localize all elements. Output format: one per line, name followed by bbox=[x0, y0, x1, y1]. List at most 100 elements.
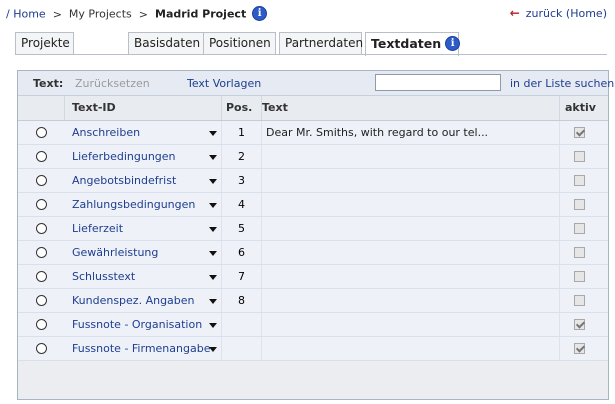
breadcrumb-separator: > bbox=[138, 7, 148, 21]
reset-button[interactable]: Zurücksetzen bbox=[75, 77, 150, 90]
text-field[interactable] bbox=[262, 193, 559, 216]
dropdown-arrow-icon[interactable] bbox=[209, 275, 217, 280]
text-field[interactable] bbox=[262, 313, 559, 336]
text-templates-link[interactable]: Text Vorlagen bbox=[187, 77, 261, 90]
header-text[interactable]: Text bbox=[262, 96, 560, 120]
text-id-dropdown[interactable]: Lieferbedingungen bbox=[72, 145, 217, 168]
text-id-link[interactable]: Lieferbedingungen bbox=[72, 150, 176, 163]
row-radio-button[interactable] bbox=[36, 295, 47, 306]
row-radio-button[interactable] bbox=[36, 271, 47, 282]
table-row[interactable]: Schlusstext 7 bbox=[18, 265, 608, 289]
text-id-dropdown[interactable]: Fussnote - Organisation bbox=[72, 313, 217, 336]
active-checkbox bbox=[574, 295, 585, 306]
pos-cell: 2 bbox=[222, 145, 262, 168]
text-field[interactable]: Dear Mr. Smiths, with regard to our tel.… bbox=[262, 121, 559, 144]
tab-textdaten[interactable]: Textdaten i bbox=[365, 32, 461, 56]
back-link[interactable]: ← zurück (Home) bbox=[510, 6, 607, 20]
text-field[interactable] bbox=[262, 145, 559, 168]
text-id-cell: Fussnote - Organisation bbox=[65, 313, 222, 336]
search-input[interactable] bbox=[375, 74, 501, 91]
table-row[interactable]: Zahlungsbedingungen 4 bbox=[18, 193, 608, 217]
text-id-link[interactable]: Schlusstext bbox=[72, 270, 135, 283]
table-row[interactable]: Fussnote - Organisation bbox=[18, 313, 608, 337]
text-id-cell: Fussnote - Firmenangabe bbox=[65, 337, 222, 360]
header-active[interactable]: aktiv bbox=[560, 96, 608, 120]
text-field[interactable] bbox=[262, 265, 559, 288]
row-radio-button[interactable] bbox=[36, 343, 47, 354]
active-cell bbox=[560, 289, 608, 312]
active-cell bbox=[560, 313, 608, 336]
text-id-link[interactable]: Anschreiben bbox=[72, 126, 140, 139]
row-select-cell bbox=[18, 145, 65, 168]
help-info-icon[interactable]: i bbox=[252, 6, 268, 21]
row-radio-button[interactable] bbox=[36, 151, 47, 162]
text-cell bbox=[262, 265, 560, 288]
text-id-dropdown[interactable]: Schlusstext bbox=[72, 265, 217, 288]
text-id-link[interactable]: Fussnote - Firmenangabe bbox=[72, 342, 210, 355]
tab-basisdaten[interactable]: Basisdaten bbox=[128, 32, 204, 54]
text-id-dropdown[interactable]: Zahlungsbedingungen bbox=[72, 193, 217, 216]
row-select-cell bbox=[18, 289, 65, 312]
table-row[interactable]: Angebotsbindefrist 3 bbox=[18, 169, 608, 193]
dropdown-arrow-icon[interactable] bbox=[209, 179, 217, 184]
text-id-dropdown[interactable]: Angebotsbindefrist bbox=[72, 169, 217, 192]
header-text-id[interactable]: Text-ID bbox=[65, 96, 222, 120]
row-radio-button[interactable] bbox=[36, 223, 47, 234]
text-field[interactable] bbox=[262, 337, 559, 360]
text-id-dropdown[interactable]: Fussnote - Firmenangabe bbox=[72, 337, 217, 360]
text-id-link[interactable]: Kundenspez. Angaben bbox=[72, 294, 195, 307]
table-body: Anschreiben 1 Dear Mr. Smiths, with regard… bbox=[18, 121, 608, 361]
text-id-dropdown[interactable]: Kundenspez. Angaben bbox=[72, 289, 217, 312]
text-id-link[interactable]: Angebotsbindefrist bbox=[72, 174, 176, 187]
text-id-dropdown[interactable]: Lieferzeit bbox=[72, 217, 217, 240]
text-id-link[interactable]: Fussnote - Organisation bbox=[72, 318, 202, 331]
pos-cell: 4 bbox=[222, 193, 262, 216]
table-row[interactable]: Anschreiben 1 Dear Mr. Smiths, with regard… bbox=[18, 121, 608, 145]
dropdown-arrow-icon[interactable] bbox=[209, 299, 217, 304]
row-radio-button[interactable] bbox=[36, 247, 47, 258]
text-cell bbox=[262, 289, 560, 312]
text-id-dropdown[interactable]: Anschreiben bbox=[72, 121, 217, 144]
tab-projekte[interactable]: Projekte bbox=[15, 32, 74, 54]
text-field[interactable] bbox=[262, 169, 559, 192]
table-row[interactable]: Fussnote - Firmenangabe bbox=[18, 337, 608, 361]
row-radio-button[interactable] bbox=[36, 175, 47, 186]
table-row[interactable]: Kundenspez. Angaben 8 bbox=[18, 289, 608, 313]
text-field[interactable] bbox=[262, 217, 559, 240]
row-radio-button[interactable] bbox=[36, 199, 47, 210]
toolbar-label: Text: bbox=[33, 77, 64, 90]
text-id-link[interactable]: Gewährleistung bbox=[72, 246, 158, 259]
text-id-link[interactable]: Lieferzeit bbox=[72, 222, 123, 235]
tab-positionen[interactable]: Positionen bbox=[203, 32, 276, 54]
dropdown-arrow-icon[interactable] bbox=[209, 347, 217, 352]
text-field[interactable] bbox=[262, 289, 559, 312]
text-cell bbox=[262, 241, 560, 264]
dropdown-arrow-icon[interactable] bbox=[209, 323, 217, 328]
dropdown-arrow-icon[interactable] bbox=[209, 155, 217, 160]
breadcrumb-current-project: Madrid Project bbox=[155, 7, 247, 21]
text-id-link[interactable]: Zahlungsbedingungen bbox=[72, 198, 195, 211]
breadcrumb-home-link[interactable]: / Home bbox=[6, 8, 46, 21]
active-cell bbox=[560, 241, 608, 264]
table-row[interactable]: Lieferzeit 5 bbox=[18, 217, 608, 241]
tab-divider bbox=[15, 54, 607, 55]
dropdown-arrow-icon[interactable] bbox=[209, 251, 217, 256]
tab-partnerdaten[interactable]: Partnerdaten bbox=[279, 32, 363, 54]
tab-textdaten-label: Textdaten bbox=[371, 36, 442, 51]
row-radio-button[interactable] bbox=[36, 319, 47, 330]
dropdown-arrow-icon[interactable] bbox=[209, 227, 217, 232]
header-pos[interactable]: Pos. bbox=[222, 96, 262, 120]
search-in-list-link[interactable]: in der Liste suchen bbox=[510, 77, 614, 90]
table-row[interactable]: Lieferbedingungen 2 bbox=[18, 145, 608, 169]
dropdown-arrow-icon[interactable] bbox=[209, 203, 217, 208]
tab-info-icon[interactable]: i bbox=[445, 36, 461, 51]
text-id-dropdown[interactable]: Gewährleistung bbox=[72, 241, 217, 264]
pos-cell: 3 bbox=[222, 169, 262, 192]
back-link-label[interactable]: zurück (Home) bbox=[526, 7, 607, 20]
row-radio-button[interactable] bbox=[36, 127, 47, 138]
text-field[interactable] bbox=[262, 241, 559, 264]
dropdown-arrow-icon[interactable] bbox=[209, 131, 217, 136]
breadcrumb-my-projects[interactable]: My Projects bbox=[69, 8, 132, 21]
table-row[interactable]: Gewährleistung 6 bbox=[18, 241, 608, 265]
active-checkbox bbox=[574, 271, 585, 282]
